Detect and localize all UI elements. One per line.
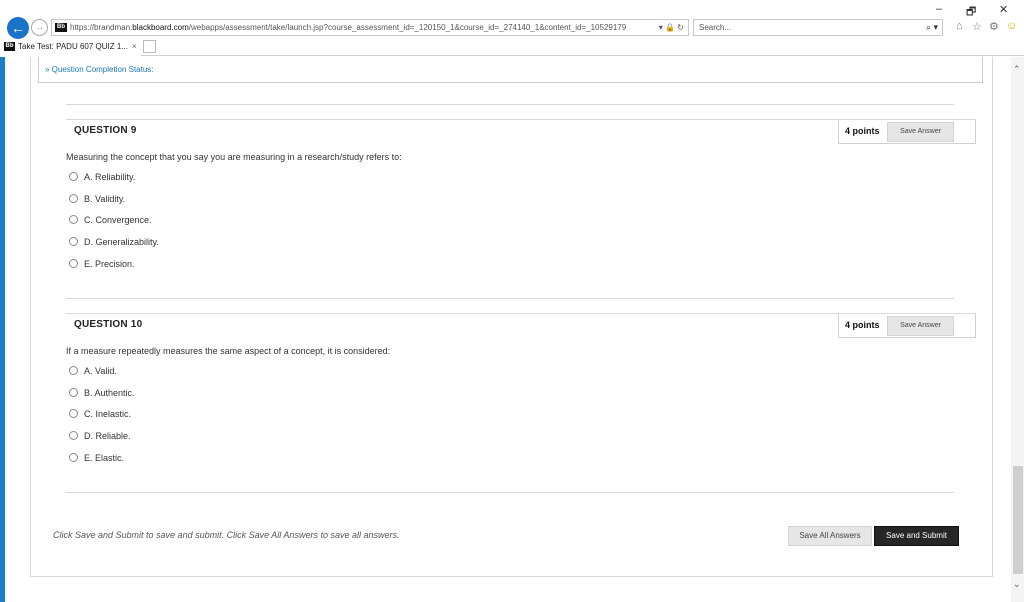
divider [66, 104, 954, 105]
answer-option[interactable]: B. Authentic. [69, 387, 135, 399]
option-label: A. Valid. [84, 366, 117, 376]
gear-icon[interactable]: ⚙ [989, 20, 999, 33]
divider [66, 298, 954, 299]
save-answer-button[interactable]: Save Answer [887, 316, 954, 336]
option-label: E. Elastic. [84, 453, 125, 463]
answer-option[interactable]: C. Inelastic. [69, 408, 131, 420]
smiley-icon[interactable]: ☺ [1006, 20, 1017, 32]
close-icon[interactable]: ✕ [999, 3, 1008, 16]
question-title: QUESTION 10 [74, 319, 143, 330]
url-path: /webapps/assessment/take/launch.jsp?cour… [188, 23, 627, 32]
option-label: E. Precision. [84, 259, 135, 269]
radio-button[interactable] [69, 215, 78, 224]
radio-button[interactable] [69, 453, 78, 462]
new-tab-button[interactable] [143, 40, 156, 53]
scroll-up-icon[interactable]: ⌃ [1013, 64, 1021, 75]
question-header: QUESTION 10 4 points Save Answer [66, 313, 976, 338]
footer-instructions: Click Save and Submit to save and submit… [53, 530, 400, 540]
save-and-submit-button[interactable]: Save and Submit [874, 526, 959, 546]
url-prefix: https://brandman. [70, 23, 133, 32]
search-input[interactable]: Search... ⌕ ▾ [693, 19, 943, 36]
home-icon[interactable]: ⌂ [956, 20, 963, 32]
question-text: Measuring the concept that you say you a… [66, 152, 402, 162]
question-points: 4 points [845, 320, 880, 330]
restore-icon[interactable]: 🗗 [966, 3, 976, 22]
option-label: B. Validity. [84, 194, 126, 204]
address-bar[interactable]: Bb https://brandman.blackboard.com/webapp… [51, 19, 689, 36]
browser-tab[interactable]: Bb Take Test: PADU 607 QUIZ 1... × [0, 39, 141, 56]
divider [66, 492, 954, 493]
question-title: QUESTION 9 [74, 125, 137, 136]
answer-option[interactable]: C. Convergence. [69, 214, 152, 226]
scrollbar-thumb[interactable] [1013, 466, 1023, 574]
page-accent-bar [0, 57, 5, 602]
question-points-box: 4 points Save Answer [838, 314, 976, 338]
tab-close-icon[interactable]: × [132, 42, 137, 51]
answer-option[interactable]: E. Precision. [69, 258, 135, 270]
radio-button[interactable] [69, 172, 78, 181]
option-label: D. Generalizability. [84, 237, 159, 247]
option-label: D. Reliable. [84, 431, 131, 441]
scroll-down-icon[interactable]: ⌄ [1013, 579, 1021, 590]
minimize-icon[interactable]: – [936, 3, 942, 15]
browser-chrome: ← → Bb https://brandman.blackboard.com/we… [0, 0, 1024, 56]
site-favicon: Bb [55, 23, 67, 33]
save-answer-button[interactable]: Save Answer [887, 122, 954, 142]
url-domain: blackboard.com [132, 23, 189, 32]
question-points: 4 points [845, 126, 880, 136]
radio-button[interactable] [69, 409, 78, 418]
answer-option[interactable]: E. Elastic. [69, 452, 124, 464]
question-points-box: 4 points Save Answer [838, 120, 976, 144]
tab-favicon: Bb [4, 42, 15, 52]
answer-option[interactable]: B. Validity. [69, 193, 125, 205]
back-arrow-icon: ← [11, 20, 25, 36]
forward-button[interactable]: → [31, 19, 48, 36]
question-completion-status[interactable]: » Question Completion Status: [38, 57, 983, 83]
answer-option[interactable]: A. Valid. [69, 365, 117, 377]
radio-button[interactable] [69, 388, 78, 397]
forward-arrow-icon: → [34, 22, 45, 33]
question-text: If a measure repeatedly measures the sam… [66, 346, 391, 356]
radio-button[interactable] [69, 194, 78, 203]
back-button[interactable]: ← [7, 17, 29, 39]
search-placeholder: Search... [699, 23, 732, 32]
option-label: C. Convergence. [84, 215, 152, 225]
save-all-answers-button[interactable]: Save All Answers [788, 526, 872, 546]
radio-button[interactable] [69, 366, 78, 375]
search-icon[interactable]: ⌕ ▾ [926, 20, 938, 35]
answer-option[interactable]: A. Reliability. [69, 171, 135, 183]
option-label: C. Inelastic. [84, 409, 132, 419]
radio-button[interactable] [69, 431, 78, 440]
answer-option[interactable]: D. Generalizability. [69, 236, 159, 248]
radio-button[interactable] [69, 237, 78, 246]
radio-button[interactable] [69, 259, 78, 268]
option-label: A. Reliability. [84, 172, 136, 182]
question-header: QUESTION 9 4 points Save Answer [66, 119, 976, 144]
answer-option[interactable]: D. Reliable. [69, 430, 131, 442]
tab-title: Take Test: PADU 607 QUIZ 1... [18, 42, 128, 51]
address-bar-controls[interactable]: ▾ 🔒 ↻ [655, 20, 684, 35]
option-label: B. Authentic. [84, 388, 135, 398]
